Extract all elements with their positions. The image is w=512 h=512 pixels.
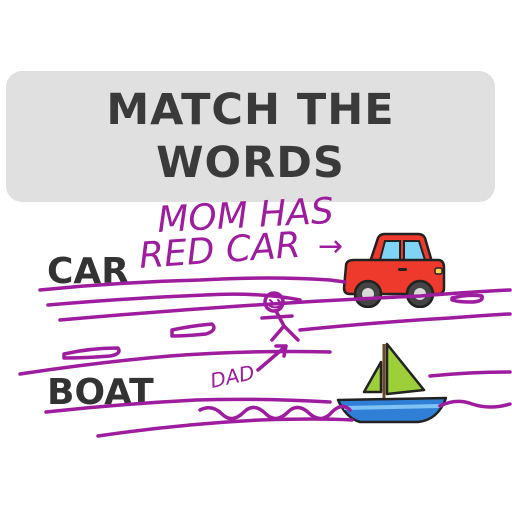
scribble-dad-arrow [256,344,288,372]
stick-figure-body [260,309,300,342]
scribble-road-mid-2 [298,312,512,332]
scribble-boat-strike [44,397,332,414]
scribble-road-top [38,276,347,292]
scribble-dash-2 [62,346,121,360]
scribble-dash-1 [170,322,216,338]
scribble-layer: MOM HAS RED CAR → DAD [18,191,512,438]
scribble-waves-right [438,399,512,409]
scribble-dash-3 [450,293,484,304]
handwriting-arrow: → [318,229,343,264]
scribble-bottom [96,417,354,438]
scribble-waves [198,404,352,421]
scribble-road-low-2 [428,370,512,378]
handwriting-dad: DAD [208,360,257,393]
